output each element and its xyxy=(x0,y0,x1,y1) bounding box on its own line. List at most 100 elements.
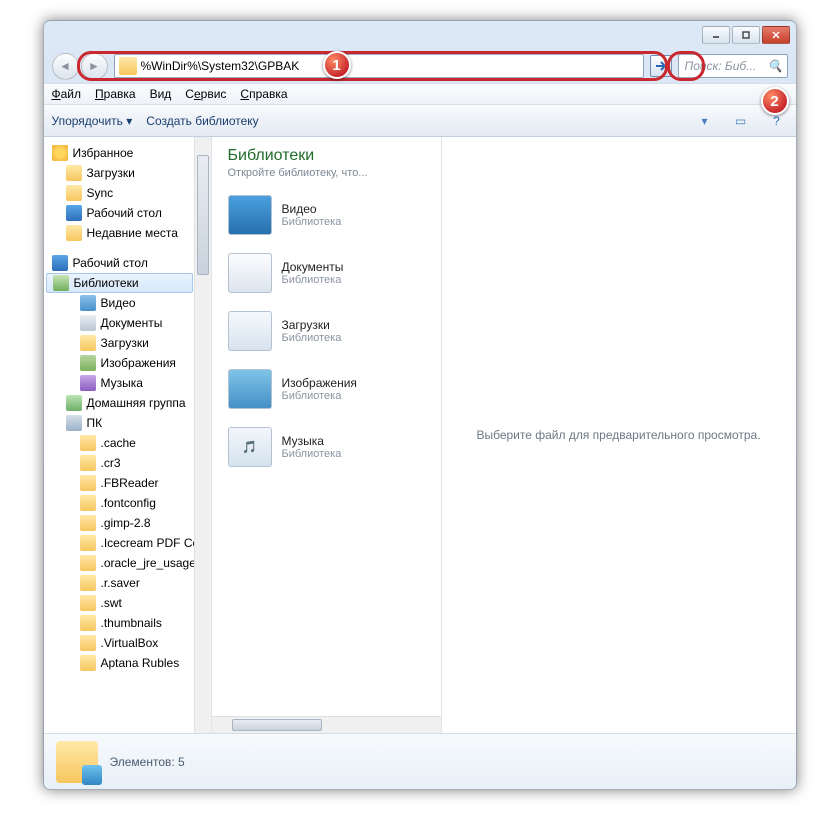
menu-file[interactable]: ФФайлайл xyxy=(52,87,82,101)
video-icon xyxy=(228,195,272,235)
nav-desktop[interactable]: Рабочий стол xyxy=(44,203,211,223)
folder-icon xyxy=(80,455,96,471)
library-item-video[interactable]: ВидеоБиблиотека xyxy=(228,195,425,235)
nav-homegroup[interactable]: Домашняя группа xyxy=(44,393,211,413)
file-list-pane: Библиотеки Откройте библиотеку, что... В… xyxy=(212,137,442,733)
menu-bar: ФФайлайл Правка Вид Сервис Справка xyxy=(44,83,796,105)
nav-sync[interactable]: Sync xyxy=(44,183,211,203)
desktop-icon xyxy=(52,255,68,271)
document-icon xyxy=(80,315,96,331)
folder-icon xyxy=(80,475,96,491)
search-box[interactable]: Поиск: Биб... 🔍 xyxy=(678,54,788,78)
folder-icon xyxy=(80,575,96,591)
nav-dl[interactable]: Загрузки xyxy=(44,333,211,353)
nav-images[interactable]: Изображения xyxy=(44,353,211,373)
preview-empty-text: Выберите файл для предварительного просм… xyxy=(476,428,760,442)
forward-button[interactable]: ► xyxy=(81,53,108,80)
library-item-music[interactable]: 🎵МузыкаБиблиотека xyxy=(228,427,425,467)
nav-folder[interactable]: .gimp-2.8 xyxy=(44,513,211,533)
search-placeholder: Поиск: Биб... xyxy=(685,59,757,73)
homegroup-icon xyxy=(66,395,82,411)
library-item-docs[interactable]: ДокументыБиблиотека xyxy=(228,253,425,293)
library-item-images[interactable]: ИзображенияБиблиотека xyxy=(228,369,425,409)
status-text: Элементов: 5 xyxy=(110,755,185,769)
back-button[interactable]: ◄ xyxy=(52,53,79,80)
nav-libraries[interactable]: Библиотеки xyxy=(46,273,193,293)
go-button[interactable] xyxy=(650,55,672,77)
nav-folder[interactable]: .cache xyxy=(44,433,211,453)
folder-icon xyxy=(80,495,96,511)
folder-icon xyxy=(80,335,96,351)
nav-docs[interactable]: Документы xyxy=(44,313,211,333)
nav-pc[interactable]: ПК xyxy=(44,413,211,433)
nav-desktop-root[interactable]: Рабочий стол xyxy=(44,253,211,273)
view-dropdown[interactable]: ▾ xyxy=(694,110,716,132)
video-icon xyxy=(80,295,96,311)
recent-icon xyxy=(66,225,82,241)
scrollbar-thumb[interactable] xyxy=(232,719,322,731)
preview-pane-button[interactable]: ▭ xyxy=(730,110,752,132)
address-folder-icon xyxy=(119,57,137,75)
download-icon xyxy=(228,311,272,351)
horizontal-scrollbar[interactable] xyxy=(212,716,441,733)
folder-icon xyxy=(66,185,82,201)
new-library-button[interactable]: Создать библиотеку xyxy=(146,114,258,128)
nav-folder[interactable]: .thumbnails xyxy=(44,613,211,633)
menu-view[interactable]: Вид xyxy=(150,87,172,101)
menu-help[interactable]: Справка xyxy=(240,87,287,101)
command-bar: Упорядочить ▾ Создать библиотеку ▾ ▭ ? xyxy=(44,105,796,137)
status-bar: Элементов: 5 xyxy=(44,733,796,789)
search-icon: 🔍 xyxy=(768,59,783,73)
content-area: Избранное Загрузки Sync Рабочий стол Нед… xyxy=(44,137,796,733)
image-icon xyxy=(228,369,272,409)
libraries-icon xyxy=(53,275,69,291)
pane-title: Библиотеки xyxy=(228,147,425,165)
nav-video[interactable]: Видео xyxy=(44,293,211,313)
nav-favorites[interactable]: Избранное xyxy=(44,143,211,163)
folder-icon xyxy=(80,635,96,651)
library-item-downloads[interactable]: ЗагрузкиБиблиотека xyxy=(228,311,425,351)
folder-icon xyxy=(80,515,96,531)
nav-scrollbar[interactable] xyxy=(194,137,211,733)
folder-icon xyxy=(80,595,96,611)
nav-folder[interactable]: .oracle_jre_usage xyxy=(44,553,211,573)
folder-icon xyxy=(80,535,96,551)
scrollbar-thumb[interactable] xyxy=(197,155,209,275)
preview-pane: Выберите файл для предварительного просм… xyxy=(442,137,796,733)
nav-recent[interactable]: Недавние места xyxy=(44,223,211,243)
nav-folder[interactable]: .fontconfig xyxy=(44,493,211,513)
pane-subtitle: Откройте библиотеку, что... xyxy=(228,167,425,179)
nav-folder[interactable]: .r.saver xyxy=(44,573,211,593)
nav-folder[interactable]: Aptana Rubles xyxy=(44,653,211,673)
folder-icon xyxy=(66,165,82,181)
maximize-button[interactable] xyxy=(732,26,760,44)
nav-downloads[interactable]: Загрузки xyxy=(44,163,211,183)
music-icon xyxy=(80,375,96,391)
nav-folder[interactable]: .FBReader xyxy=(44,473,211,493)
close-button[interactable] xyxy=(762,26,790,44)
star-icon xyxy=(52,145,68,161)
desktop-icon xyxy=(66,205,82,221)
nav-folder[interactable]: .VirtualBox xyxy=(44,633,211,653)
folder-icon xyxy=(80,655,96,671)
folder-icon xyxy=(80,615,96,631)
nav-music[interactable]: Музыка xyxy=(44,373,211,393)
navigation-pane: Избранное Загрузки Sync Рабочий стол Нед… xyxy=(44,137,212,733)
minimize-button[interactable] xyxy=(702,26,730,44)
nav-folder[interactable]: .swt xyxy=(44,593,211,613)
callout-badge-2: 2 xyxy=(761,87,789,115)
document-icon xyxy=(228,253,272,293)
title-bar xyxy=(44,21,796,49)
status-icon xyxy=(56,741,98,783)
address-bar[interactable] xyxy=(114,54,644,78)
menu-edit[interactable]: Правка xyxy=(95,87,136,101)
callout-badge-1: 1 xyxy=(323,51,351,79)
nav-folder[interactable]: .Icecream PDF Conv xyxy=(44,533,211,553)
organize-button[interactable]: Упорядочить ▾ xyxy=(52,114,133,128)
menu-tools[interactable]: Сервис xyxy=(185,87,226,101)
folder-icon xyxy=(80,555,96,571)
image-icon xyxy=(80,355,96,371)
music-icon: 🎵 xyxy=(228,427,272,467)
nav-folder[interactable]: .cr3 xyxy=(44,453,211,473)
folder-icon xyxy=(80,435,96,451)
